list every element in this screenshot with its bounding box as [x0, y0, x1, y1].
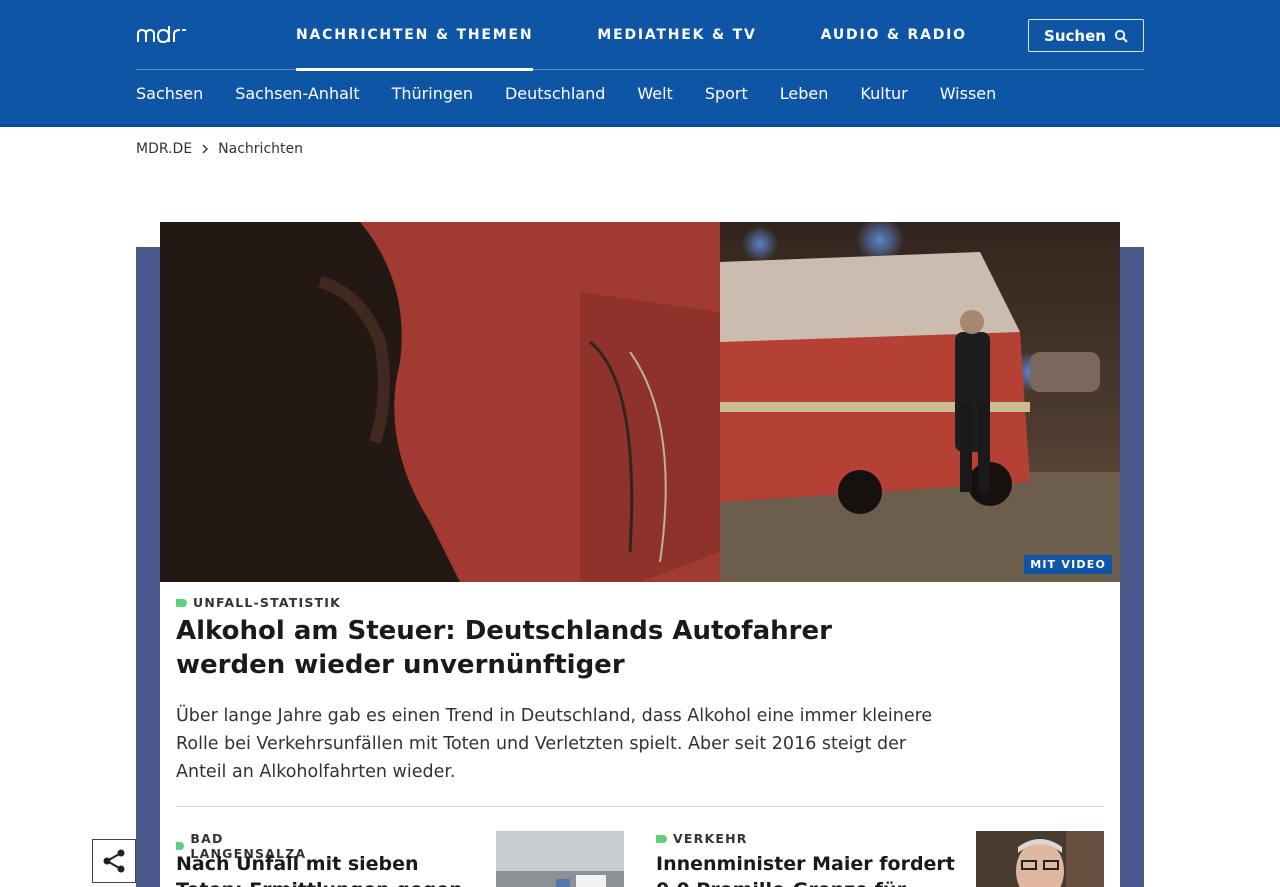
subnav-sachsen-anhalt[interactable]: Sachsen-Anhalt [235, 84, 359, 103]
nav-audio-radio[interactable]: AUDIO & RADIO [821, 0, 967, 70]
sub-teaser-image[interactable] [496, 831, 624, 887]
subnav-sachsen[interactable]: Sachsen [136, 84, 203, 103]
accident-scene-image [160, 222, 1120, 582]
main-navigation: NACHRICHTEN & THEMEN MEDIATHEK & TV AUDI… [296, 0, 1031, 71]
mdr-logo[interactable] [136, 24, 188, 46]
chevron-right-icon [200, 142, 210, 156]
video-badge: MIT VIDEO [1024, 555, 1112, 574]
sub-teaser-image[interactable] [976, 831, 1104, 887]
subnav-leben[interactable]: Leben [780, 84, 829, 103]
search-button[interactable]: Suchen [1028, 19, 1144, 52]
subnav-wissen[interactable]: Wissen [940, 84, 997, 103]
breadcrumb-home[interactable]: MDR.DE [136, 141, 192, 157]
kicker-tag-icon [656, 834, 667, 843]
breadcrumb: MDR.DE Nachrichten [136, 141, 303, 157]
kicker-label: UNFALL-STATISTIK [193, 595, 342, 610]
kicker-label: VERKEHR [673, 831, 748, 846]
divider [176, 806, 1104, 807]
teaser-headline[interactable]: Alkohol am Steuer: Deutschlands Autofahr… [176, 614, 936, 682]
breadcrumb-current[interactable]: Nachrichten [218, 141, 303, 157]
site-header: NACHRICHTEN & THEMEN MEDIATHEK & TV AUDI… [0, 0, 1280, 127]
search-label: Suchen [1044, 26, 1106, 45]
main-teaser-card: MIT VIDEO UNFALL-STATISTIK Alkohol am St… [160, 222, 1120, 887]
subnav-welt[interactable]: Welt [637, 84, 672, 103]
teaser-image[interactable]: MIT VIDEO [160, 222, 1120, 582]
share-icon [103, 849, 125, 873]
sub-teaser-title[interactable]: Innenminister Maier fordert 0,0 Promille… [656, 851, 956, 887]
sub-teaser-title[interactable]: Nach Unfall mit sieben Toten: Ermittlung… [176, 851, 476, 887]
sub-navigation: Sachsen Sachsen-Anhalt Thüringen Deutsch… [136, 71, 1028, 115]
kicker-tag-icon [176, 842, 185, 850]
search-icon [1114, 29, 1128, 43]
sub-teaser-kicker: VERKEHR [656, 831, 748, 846]
nav-mediathek-tv[interactable]: MEDIATHEK & TV [597, 0, 756, 70]
portrait-thumbnail [976, 831, 1104, 887]
subnav-deutschland[interactable]: Deutschland [505, 84, 605, 103]
road-scene-thumbnail [496, 831, 624, 887]
teaser-text: Über lange Jahre gab es einen Trend in D… [176, 706, 933, 782]
top-bar: NACHRICHTEN & THEMEN MEDIATHEK & TV AUDI… [136, 0, 1144, 71]
subnav-thueringen[interactable]: Thüringen [392, 84, 473, 103]
subnav-sport[interactable]: Sport [705, 84, 748, 103]
teaser-kicker: UNFALL-STATISTIK [176, 595, 341, 610]
kicker-tag-icon [176, 598, 187, 607]
nav-nachrichten-themen[interactable]: NACHRICHTEN & THEMEN [296, 0, 534, 71]
share-button[interactable] [92, 839, 136, 883]
subnav-kultur[interactable]: Kultur [860, 84, 907, 103]
